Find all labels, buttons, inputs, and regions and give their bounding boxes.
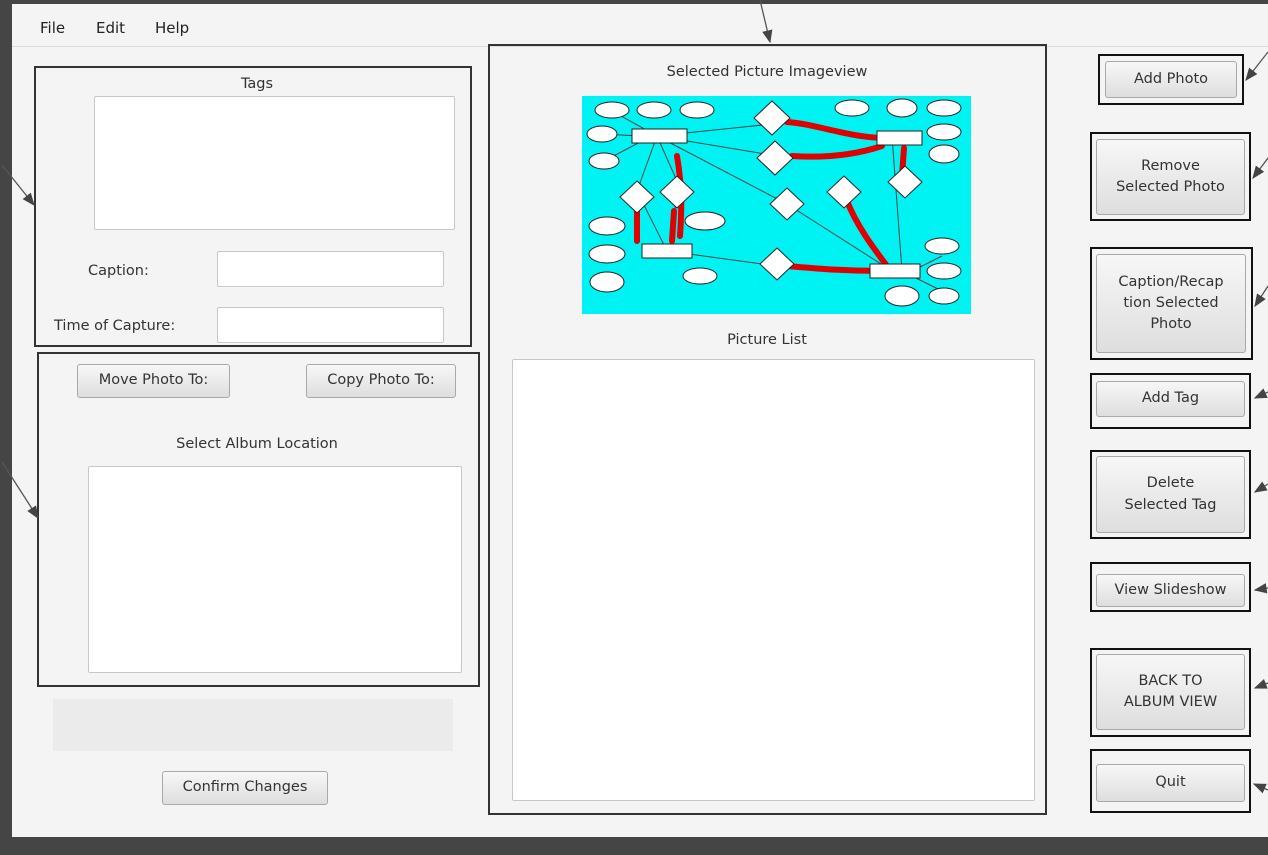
caption-label: Caption: [88, 263, 149, 279]
imageview-label: Selected Picture Imageview [666, 64, 868, 80]
caption-btn-line2: tion Selected [1123, 294, 1219, 311]
menu-bar: File Edit Help [12, 4, 1268, 47]
time-of-capture-field[interactable] [217, 307, 444, 343]
caption-selected-photo-button[interactable]: Caption/Recap tion Selected Photo [1096, 254, 1246, 353]
remove-selected-photo-button[interactable]: Remove Selected Photo [1096, 139, 1245, 215]
menu-file[interactable]: File [40, 19, 65, 37]
confirm-changes-button[interactable]: Confirm Changes [162, 771, 328, 805]
picture-list[interactable] [512, 359, 1035, 801]
back-label-line2: ALBUM VIEW [1123, 694, 1218, 710]
remove-label-line2: Selected Photo [1116, 179, 1225, 195]
caption-btn-line3: Photo [1150, 316, 1192, 332]
add-photo-button[interactable]: Add Photo [1105, 61, 1237, 98]
app-window: File Edit Help Tags Caption: Time of Cap… [12, 4, 1268, 837]
view-slideshow-button[interactable]: View Slideshow [1096, 574, 1245, 607]
remove-label-line1: Remove [1141, 157, 1200, 174]
quit-button[interactable]: Quit [1096, 764, 1245, 802]
menu-help[interactable]: Help [155, 19, 189, 37]
selected-picture-imageview[interactable] [582, 96, 971, 314]
caption-btn-line1: Caption/Recap [1118, 273, 1224, 290]
picture-list-label: Picture List [727, 332, 807, 348]
delete-selected-tag-button[interactable]: Delete Selected Tag [1096, 456, 1245, 533]
add-tag-button[interactable]: Add Tag [1096, 381, 1245, 417]
delete-label-line1: Delete [1146, 475, 1195, 492]
er-diagram-image [586, 98, 962, 307]
copy-photo-button[interactable]: Copy Photo To: [306, 364, 456, 398]
move-photo-button[interactable]: Move Photo To: [77, 364, 230, 398]
menu-edit[interactable]: Edit [96, 19, 125, 37]
time-of-capture-label: Time of Capture: [54, 318, 176, 334]
back-to-album-view-button[interactable]: BACK TO ALBUM VIEW [1096, 654, 1245, 730]
tags-list[interactable] [94, 96, 455, 230]
album-location-list[interactable] [88, 466, 462, 673]
tags-label: Tags [240, 76, 274, 92]
caption-field[interactable] [217, 251, 444, 287]
status-area [53, 699, 453, 751]
back-label-line1: BACK TO [1138, 672, 1203, 689]
select-album-label: Select Album Location [176, 436, 338, 452]
delete-label-line2: Selected Tag [1124, 496, 1217, 513]
